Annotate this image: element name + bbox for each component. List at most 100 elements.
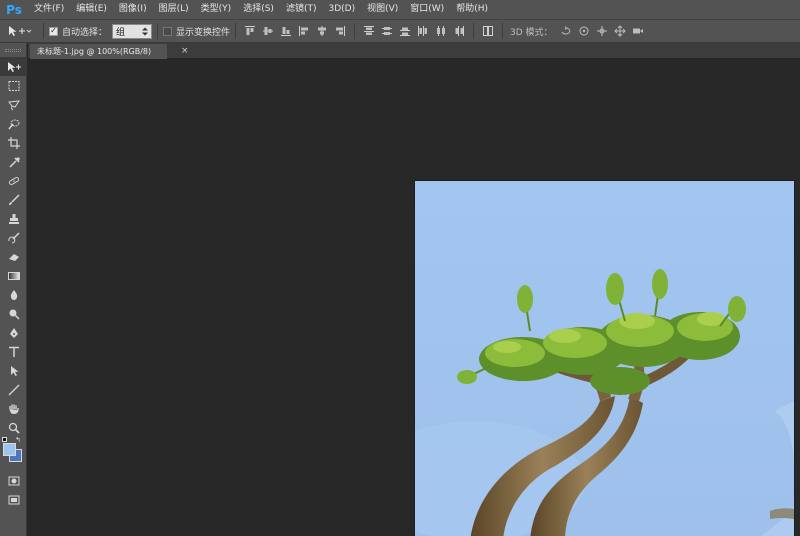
- separator: [43, 23, 44, 39]
- align-right-edges-button[interactable]: [331, 23, 349, 39]
- eraser-icon: [8, 253, 19, 261]
- pen-nib-icon: [9, 327, 18, 338]
- eyedropper-icon: [8, 156, 20, 168]
- foreground-color-swatch[interactable]: [3, 443, 16, 456]
- 3d-slide-button[interactable]: [611, 23, 629, 39]
- brush-tool[interactable]: [0, 190, 27, 209]
- auto-align-icon: [483, 26, 494, 36]
- quick-selection-icon: [7, 119, 19, 129]
- stamp-icon: [8, 213, 19, 224]
- distribute-vcenter-icon: [382, 27, 393, 35]
- align-bottom-edges-button[interactable]: [277, 23, 295, 39]
- separator: [235, 23, 237, 39]
- eyedropper-tool[interactable]: [0, 152, 27, 171]
- menu-3d[interactable]: 3D(D): [322, 0, 361, 19]
- menu-view[interactable]: 视图(V): [361, 0, 404, 19]
- zoom-tool[interactable]: [0, 418, 27, 437]
- quick-selection-tool[interactable]: [0, 114, 27, 133]
- separator: [354, 23, 356, 39]
- menu-image[interactable]: 图像(I): [113, 0, 153, 19]
- 3d-mode-label: 3D 模式：: [510, 27, 553, 38]
- menu-window[interactable]: 窗口(W): [404, 0, 450, 19]
- screen-mode-tool[interactable]: [0, 490, 27, 509]
- menu-select[interactable]: 选择(S): [237, 0, 280, 19]
- distribute-top-button[interactable]: [360, 23, 378, 39]
- pen-tool[interactable]: [0, 323, 27, 342]
- hand-icon: [8, 404, 19, 414]
- dodge-tool[interactable]: [0, 304, 27, 323]
- show-transform-checkbox[interactable]: [163, 26, 173, 36]
- quick-mask-tool[interactable]: [0, 471, 27, 490]
- menu-filter[interactable]: 滤镜(T): [280, 0, 323, 19]
- align-bottom-icon: [281, 27, 292, 36]
- 3d-pan-button[interactable]: [593, 23, 611, 39]
- photoshop-logo: Ps: [6, 2, 22, 17]
- default-colors-button[interactable]: [2, 437, 7, 442]
- separator: [502, 23, 504, 39]
- gradient-tool[interactable]: [0, 266, 27, 285]
- move-arrow-icon: [7, 61, 21, 72]
- pan-3d-icon: [596, 26, 607, 36]
- magnifier-icon: [8, 422, 20, 434]
- hand-tool[interactable]: [0, 399, 27, 418]
- 3d-rotate-button[interactable]: [557, 23, 575, 39]
- bonsai-tree-image: [415, 181, 794, 536]
- separator: [473, 23, 475, 39]
- history-brush-tool[interactable]: [0, 228, 27, 247]
- path-selection-tool[interactable]: [0, 361, 27, 380]
- align-right-icon: [336, 26, 346, 36]
- 3d-roll-button[interactable]: [575, 23, 593, 39]
- lasso-icon: [7, 99, 20, 110]
- dropdown-arrows-icon: [142, 27, 149, 35]
- lasso-tool[interactable]: [0, 95, 27, 114]
- menu-help[interactable]: 帮助(H): [450, 0, 494, 19]
- auto-select-label: 自动选择：: [62, 27, 108, 38]
- blur-tool[interactable]: [0, 285, 27, 304]
- type-t-icon: [8, 346, 19, 357]
- auto-select-checkbox[interactable]: ✓: [49, 26, 58, 36]
- document-tab[interactable]: 未标题-1.jpg @ 100%(RGB/8): [30, 44, 167, 59]
- 3d-scale-button[interactable]: [629, 23, 647, 39]
- type-tool[interactable]: [0, 342, 27, 361]
- quick-mask-icon: [8, 476, 19, 485]
- document-image[interactable]: [415, 181, 794, 536]
- align-top-icon: [245, 26, 256, 35]
- brush-icon: [8, 193, 20, 205]
- roll-3d-icon: [579, 26, 589, 36]
- healing-brush-tool[interactable]: [0, 171, 27, 190]
- distribute-left-button[interactable]: [414, 23, 432, 39]
- align-horizontal-centers-button[interactable]: [313, 23, 331, 39]
- camera-3d-icon: [632, 28, 643, 34]
- menu-type[interactable]: 类型(Y): [195, 0, 238, 19]
- menu-layer[interactable]: 图层(L): [153, 0, 195, 19]
- eraser-tool[interactable]: [0, 247, 27, 266]
- distribute-bottom-button[interactable]: [396, 23, 414, 39]
- distribute-buttons: [360, 23, 468, 39]
- distribute-hcenter-button[interactable]: [432, 23, 450, 39]
- crop-tool[interactable]: [0, 133, 27, 152]
- align-top-edges-button[interactable]: [241, 23, 259, 39]
- slide-3d-icon: [613, 25, 626, 37]
- screen-mode-icon: [8, 495, 19, 504]
- menu-file[interactable]: 文件(F): [28, 0, 70, 19]
- line-tool[interactable]: [0, 380, 27, 399]
- menu-edit[interactable]: 编辑(E): [70, 0, 113, 19]
- close-tab-icon[interactable]: ×: [181, 45, 189, 57]
- move-tool[interactable]: [0, 57, 27, 76]
- distribute-right-button[interactable]: [450, 23, 468, 39]
- marquee-tool[interactable]: [0, 76, 27, 95]
- auto-align-layers-button[interactable]: [479, 23, 497, 39]
- tool-preset-picker[interactable]: [0, 20, 38, 42]
- distribute-bottom-icon: [400, 27, 411, 36]
- distribute-left-icon: [418, 26, 428, 36]
- distribute-vcenter-button[interactable]: [378, 23, 396, 39]
- clone-stamp-tool[interactable]: [0, 209, 27, 228]
- canvas-workspace[interactable]: [28, 60, 800, 536]
- distribute-hcenter-icon: [437, 26, 446, 36]
- align-vertical-centers-button[interactable]: [259, 23, 277, 39]
- color-swatches: ↰: [0, 436, 27, 471]
- align-vcenter-icon: [263, 27, 274, 35]
- auto-select-dropdown[interactable]: 组: [112, 23, 153, 39]
- align-left-edges-button[interactable]: [295, 23, 313, 39]
- tools-panel-grip[interactable]: [0, 43, 26, 57]
